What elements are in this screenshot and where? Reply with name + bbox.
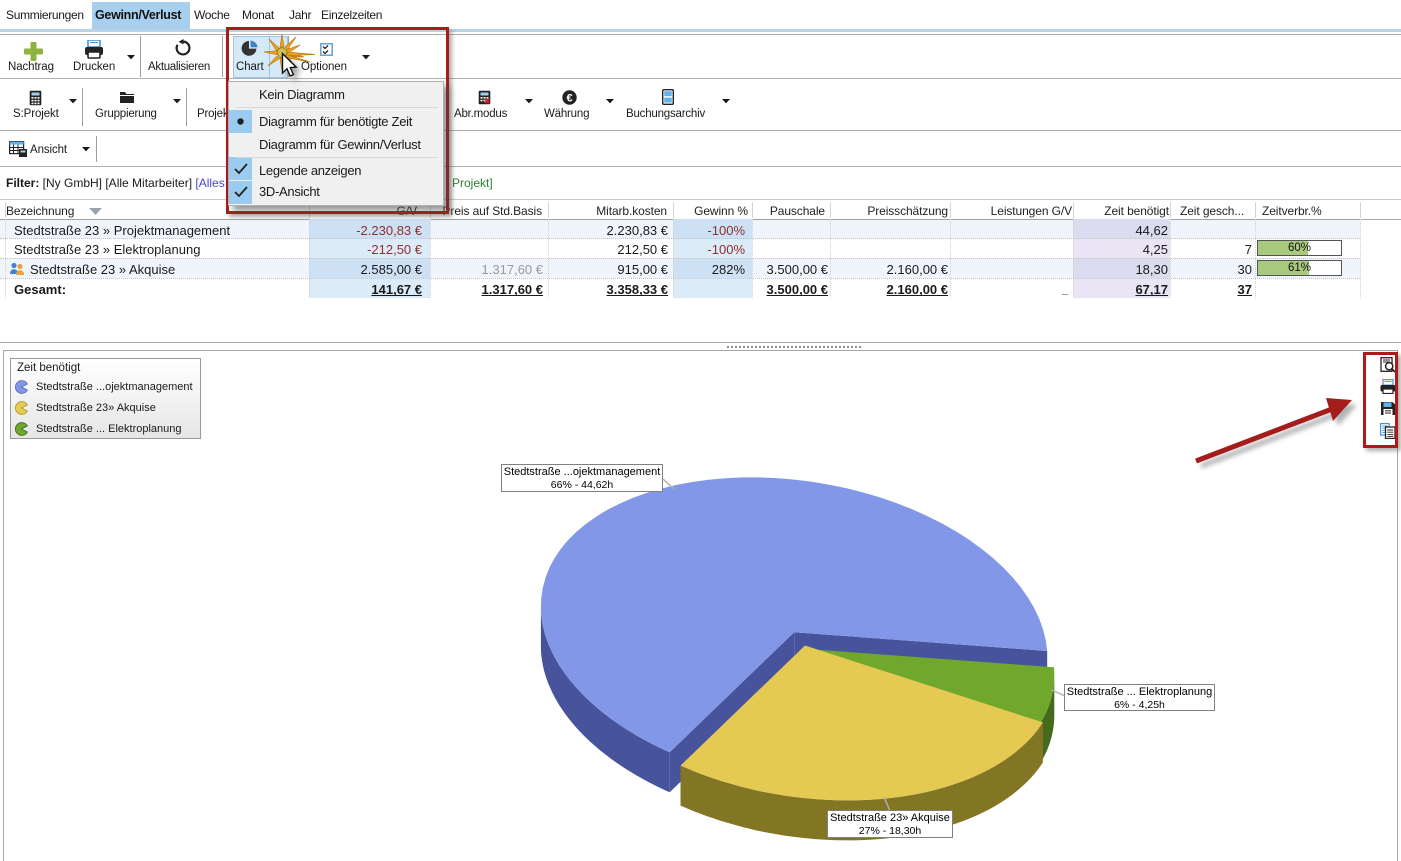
svg-text:€: € [566,92,572,104]
